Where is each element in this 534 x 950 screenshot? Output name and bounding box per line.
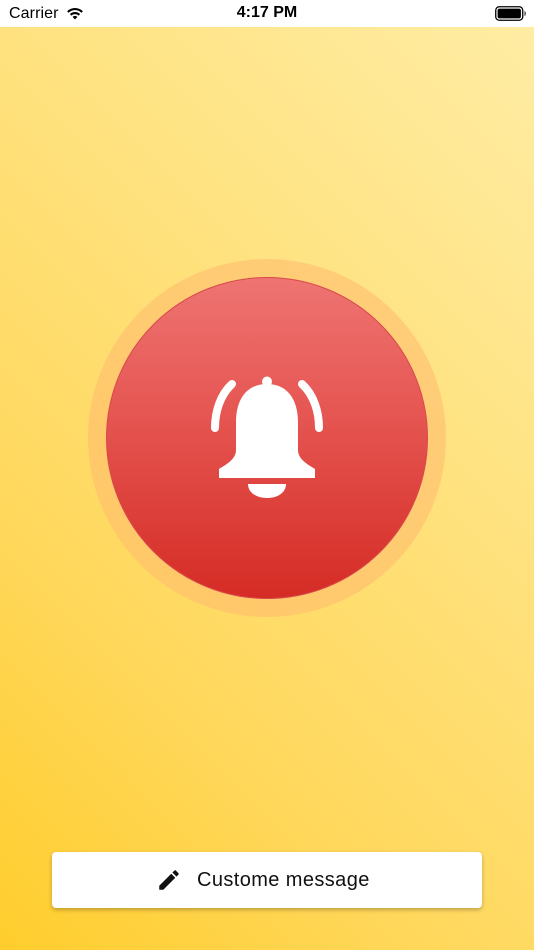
status-bar: Carrier 4:17 PM — [0, 0, 534, 27]
battery-full-icon — [495, 6, 526, 21]
app-screen: Carrier 4:17 PM Custome message — [0, 0, 534, 950]
pencil-icon — [159, 870, 179, 890]
status-time: 4:17 PM — [236, 4, 298, 21]
bell-ringing-icon — [211, 376, 323, 498]
custom-message-label: Custome message — [197, 869, 370, 891]
